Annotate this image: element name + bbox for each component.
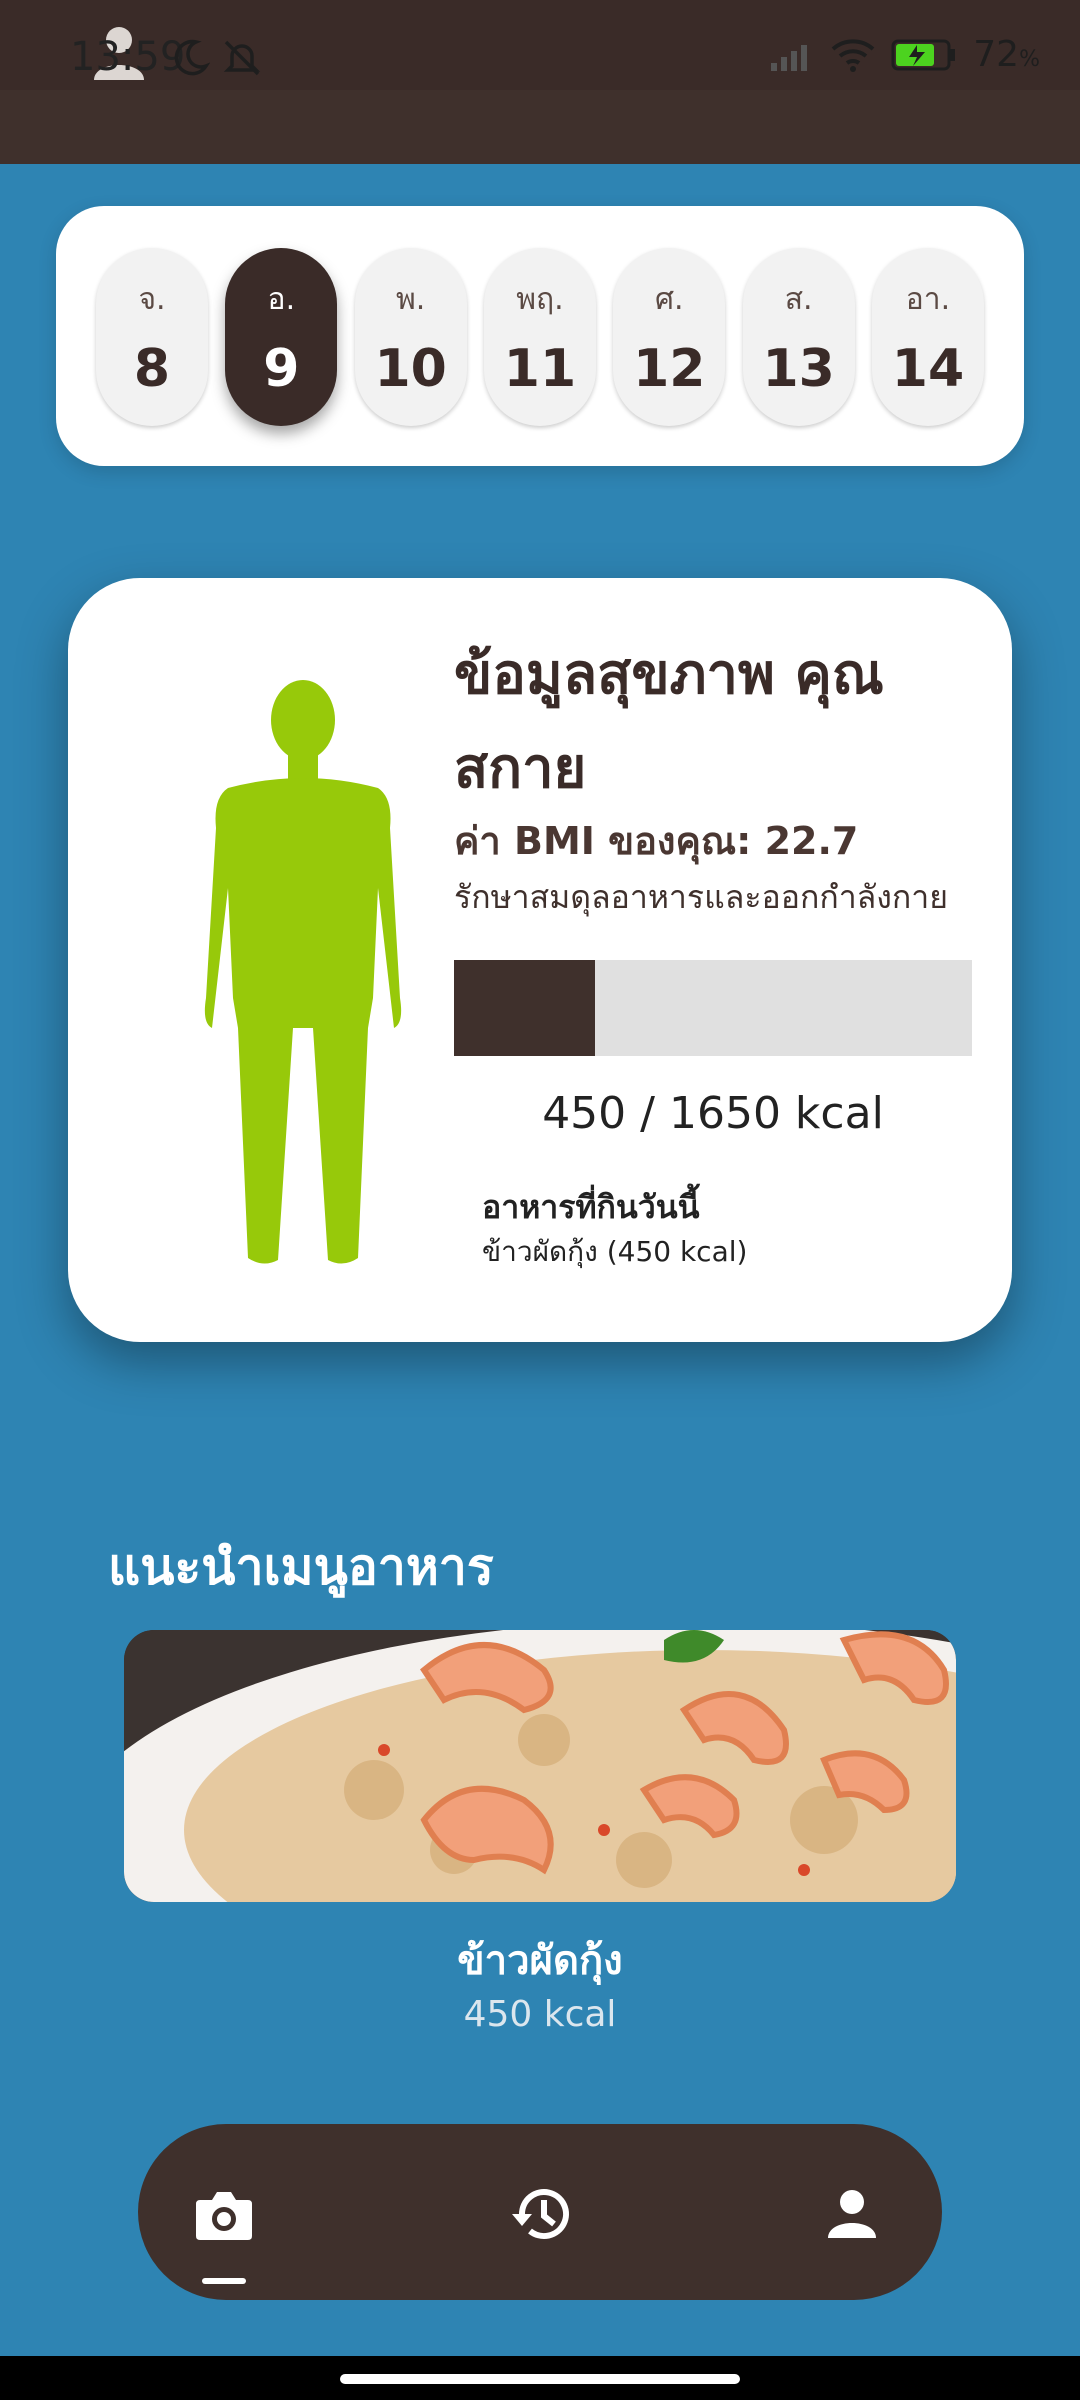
day-item-wed[interactable]: พ. 10 bbox=[354, 248, 467, 426]
moon-icon bbox=[174, 39, 210, 76]
health-info-card: ข้อมูลสุขภาพ คุณสกาย ค่า BMI ของคุณ: 22.… bbox=[68, 578, 1012, 1342]
day-item-mon[interactable]: จ. 8 bbox=[96, 248, 208, 426]
active-tab-indicator bbox=[202, 2278, 246, 2284]
history-icon bbox=[512, 2189, 569, 2240]
calorie-progress-fill bbox=[454, 960, 596, 1056]
day-item-tue-selected[interactable]: อ. 9 bbox=[225, 248, 338, 426]
day-item-sun[interactable]: อา. 14 bbox=[871, 248, 984, 426]
status-bar: 13:59 72% bbox=[0, 0, 1080, 90]
eaten-today-item: ข้าวผัดกุ้ง (450 kcal) bbox=[482, 1235, 748, 1268]
fried-rice-shrimp-image bbox=[124, 1630, 956, 1902]
day-list: จ. 8 อ. 9 พ. 10 พฤ. 11 ศ. 12 ส. 13 อา. 1… bbox=[96, 248, 984, 426]
health-advice: รักษาสมดุลอาหารและออกกำลังกาย bbox=[454, 878, 948, 916]
day-of-week: ส. bbox=[784, 281, 813, 317]
day-number: 12 bbox=[633, 338, 706, 399]
profile-icon bbox=[828, 2190, 876, 2238]
day-of-week: อ. bbox=[267, 281, 296, 317]
bmi-value: ค่า BMI ของคุณ: 22.7 bbox=[454, 819, 859, 863]
gesture-navigation-area bbox=[0, 2356, 1080, 2400]
calorie-summary: 450 / 1650 kcal bbox=[542, 1088, 884, 1139]
day-number: 14 bbox=[891, 338, 965, 399]
day-item-sat[interactable]: ส. 13 bbox=[742, 248, 855, 426]
day-number: 13 bbox=[762, 338, 835, 399]
app-bar bbox=[0, 90, 1080, 164]
eaten-today-title: อาหารที่กินวันนี้ bbox=[482, 1188, 700, 1226]
day-of-week: อา. bbox=[905, 281, 951, 317]
calorie-progress-bar bbox=[454, 960, 972, 1056]
day-of-week: ศ. bbox=[655, 281, 684, 317]
food-name: ข้าวผัดกุ้ง bbox=[457, 1938, 623, 1984]
nav-camera-button[interactable] bbox=[184, 2174, 264, 2254]
bottom-navigation bbox=[138, 2124, 942, 2300]
nav-profile-button[interactable] bbox=[812, 2174, 892, 2254]
day-of-week: พ. bbox=[396, 281, 426, 317]
week-selector-card: จ. 8 อ. 9 พ. 10 พฤ. 11 ศ. 12 ส. 13 อา. 1… bbox=[56, 206, 1024, 466]
recommendation-title: แนะนำเมนูอาหาร bbox=[108, 1538, 494, 1596]
health-title: ข้อมูลสุขภาพ คุณสกาย bbox=[454, 642, 884, 801]
day-number: 10 bbox=[374, 338, 447, 399]
day-number: 9 bbox=[263, 338, 300, 399]
day-item-thu[interactable]: พฤ. 11 bbox=[483, 248, 596, 426]
battery-percent: 72% bbox=[973, 34, 1040, 75]
food-calories: 450 kcal bbox=[463, 1994, 617, 2035]
cell-signal-icon bbox=[771, 44, 808, 71]
silent-bell-icon bbox=[223, 40, 261, 76]
food-image-card[interactable] bbox=[124, 1630, 956, 1902]
nav-history-button[interactable] bbox=[500, 2174, 580, 2254]
day-number: 11 bbox=[503, 338, 577, 399]
day-number: 8 bbox=[133, 338, 171, 399]
day-of-week: จ. bbox=[138, 281, 166, 317]
camera-icon bbox=[196, 2192, 252, 2240]
body-silhouette-icon bbox=[204, 680, 402, 1264]
home-gesture-bar[interactable] bbox=[340, 2374, 740, 2384]
wifi-icon bbox=[831, 38, 875, 72]
battery-icon bbox=[891, 39, 956, 70]
day-of-week: พฤ. bbox=[516, 281, 564, 317]
day-item-fri[interactable]: ศ. 12 bbox=[613, 248, 726, 426]
status-right: 72% bbox=[769, 34, 1040, 75]
status-time: 13:59 bbox=[70, 34, 186, 80]
